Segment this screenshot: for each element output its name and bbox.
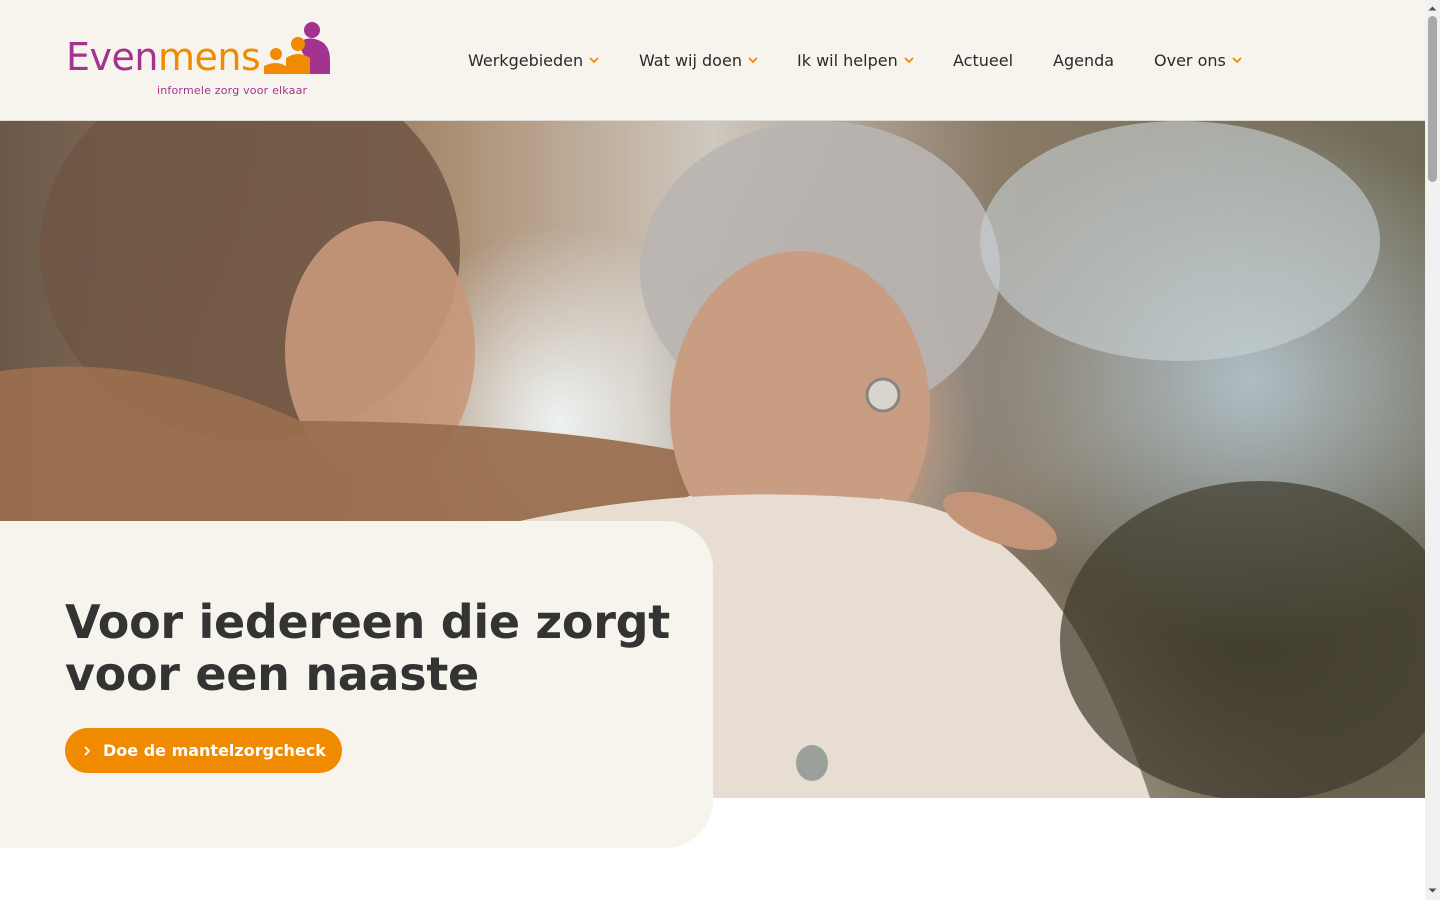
chevron-down-icon (748, 57, 758, 64)
logo-word-even: Even (66, 35, 158, 79)
logo-wordmark: Evenmens (66, 35, 261, 79)
nav-label: Ik wil helpen (797, 50, 898, 70)
nav-item-wat-wij-doen[interactable]: Wat wij doen (639, 47, 759, 73)
chevron-down-icon (589, 57, 599, 64)
logo-word-mens: mens (157, 35, 261, 79)
nav-label: Werkgebieden (468, 50, 584, 70)
nav-label: Wat wij doen (639, 50, 742, 70)
nav-item-werkgebieden[interactable]: Werkgebieden (468, 47, 600, 73)
logo-link[interactable]: Evenmens informele zorg voor elkaar (66, 18, 336, 102)
logo-people-icon (264, 22, 330, 74)
nav-label: Over ons (1154, 50, 1226, 70)
nav-item-ik-wil-helpen[interactable]: Ik wil helpen (797, 47, 915, 73)
nav-item-agenda[interactable]: Agenda (1053, 47, 1114, 73)
chevron-down-icon (1232, 57, 1242, 64)
nav-label: Actueel (953, 50, 1014, 70)
scrollbar-thumb[interactable] (1428, 16, 1437, 182)
nav-item-actueel[interactable]: Actueel (953, 47, 1013, 73)
nav-label: Agenda (1053, 50, 1115, 70)
page-scrollbar[interactable] (1425, 0, 1440, 900)
scroll-up-arrow-icon[interactable] (1428, 4, 1437, 13)
hero-title: Voor iedereen die zorgt voor een naaste (65, 595, 670, 701)
chevron-right-icon (84, 745, 91, 756)
site-header: Evenmens informele zorg voor elkaar Werk… (0, 0, 1425, 121)
logo-tagline: informele zorg voor elkaar (157, 84, 308, 97)
chevron-down-icon (904, 57, 914, 64)
mantelzorgcheck-button[interactable]: Doe de mantelzorgcheck (65, 728, 342, 773)
cta-label: Doe de mantelzorgcheck (103, 741, 326, 760)
nav-item-over-ons[interactable]: Over ons (1154, 47, 1243, 73)
scroll-down-arrow-icon[interactable] (1428, 886, 1437, 895)
